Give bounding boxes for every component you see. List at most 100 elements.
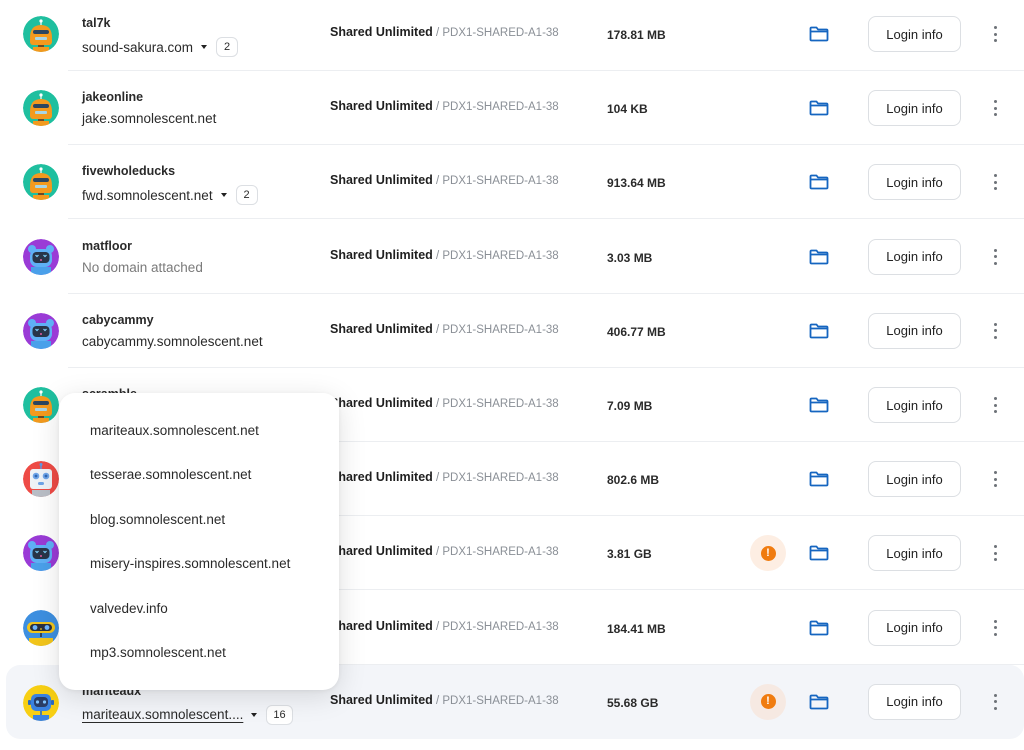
table-row[interactable]: matfloor No domain attached Shared Unlim…: [6, 220, 1024, 294]
login-info-button[interactable]: Login info: [868, 16, 961, 52]
warning-icon[interactable]: !: [750, 683, 786, 720]
caret-down-icon[interactable]: [201, 45, 208, 49]
login-info-button[interactable]: Login info: [868, 683, 961, 720]
domain-option[interactable]: tesserae.somnolescent.net: [59, 453, 339, 498]
login-info-button[interactable]: Login info: [868, 609, 961, 646]
domain-count-badge[interactable]: 2: [235, 185, 258, 206]
more-vertical-icon[interactable]: [990, 24, 1000, 44]
user-cell: fivewholeducks fwd.somnolescent.net 2: [82, 164, 258, 206]
plan-name: Shared Unlimited: [330, 173, 433, 188]
folder-icon[interactable]: [809, 620, 829, 636]
login-info-button[interactable]: Login info: [868, 164, 961, 201]
table-row[interactable]: fivewholeducks fwd.somnolescent.net 2 Sha…: [6, 145, 1024, 220]
login-info-button[interactable]: Login info: [868, 90, 961, 127]
login-info-button[interactable]: Login info: [868, 461, 961, 498]
plan-cell: Shared Unlimited / PDX1-SHARED-A1-38: [330, 173, 559, 187]
more-vertical-icon[interactable]: [990, 395, 1000, 415]
username: fivewholeducks: [82, 164, 176, 179]
server-name: / PDX1-SHARED-A1-38: [432, 546, 559, 559]
more-vertical-icon[interactable]: [990, 321, 1000, 341]
plan-cell: Shared Unlimited / PDX1-SHARED-A1-38: [330, 322, 559, 336]
plan-name: Shared Unlimited: [330, 25, 433, 39]
domain-line: sound-sakura.com 2: [82, 37, 239, 57]
server-name: / PDX1-SHARED-A1-38: [432, 101, 559, 114]
folder-icon[interactable]: [809, 323, 829, 339]
more-vertical-icon[interactable]: [990, 98, 1000, 118]
user-cell: matfloor No domain attached: [82, 239, 203, 275]
warning-icon[interactable]: !: [750, 535, 786, 572]
more-vertical-icon[interactable]: [990, 247, 1000, 267]
user-cell: jakeonline jake.somnolescent.net: [82, 90, 216, 126]
plan-name: Shared Unlimited: [330, 544, 433, 559]
avatar-yellow-blue-robot-icon: [23, 684, 59, 721]
domain-option[interactable]: misery-inspires.somnolescent.net: [59, 542, 339, 587]
disk-usage: 104 KB: [607, 102, 648, 117]
more-vertical-icon[interactable]: [990, 618, 1000, 638]
more-vertical-icon[interactable]: [990, 692, 1000, 712]
plan-cell: Shared Unlimited / PDX1-SHARED-A1-38: [330, 248, 559, 262]
domain-line: cabycammy.somnolescent.net: [82, 334, 263, 349]
domain-link[interactable]: fwd.somnolescent.net: [82, 188, 213, 203]
login-info-button[interactable]: Login info: [868, 312, 961, 349]
username: cabycammy: [82, 312, 154, 327]
server-name: / PDX1-SHARED-A1-38: [432, 620, 559, 633]
avatar-orange-robot-icon: [23, 90, 59, 127]
disk-usage: 406.77 MB: [607, 324, 666, 339]
server-name: / PDX1-SHARED-A1-38: [432, 398, 559, 410]
disk-usage: 913.64 MB: [607, 176, 666, 191]
domain-line: mariteaux.somnolescent.... 16: [82, 704, 293, 725]
server-name: / PDX1-SHARED-A1-38: [432, 249, 559, 262]
folder-icon[interactable]: [809, 26, 829, 42]
more-vertical-icon[interactable]: [990, 172, 1000, 192]
domain-option[interactable]: valvedev.info: [59, 586, 339, 631]
plan-name: Shared Unlimited: [330, 396, 433, 410]
caret-down-icon[interactable]: [220, 193, 227, 198]
avatar-blue-yellow-robot-icon: [23, 609, 59, 646]
no-domain-text: No domain attached: [82, 259, 203, 275]
disk-usage: 3.81 GB: [607, 547, 652, 562]
table-row[interactable]: jakeonline jake.somnolescent.net Shared …: [6, 71, 1024, 146]
table-row[interactable]: tal7k sound-sakura.com 2 Shared Unlimited…: [6, 0, 1024, 71]
table-row[interactable]: cabycammy cabycammy.somnolescent.net Sha…: [6, 294, 1024, 368]
plan-name: Shared Unlimited: [330, 470, 433, 485]
plan-name: Shared Unlimited: [330, 692, 433, 707]
login-info-button[interactable]: Login info: [868, 535, 961, 572]
server-name: / PDX1-SHARED-A1-38: [432, 175, 559, 188]
plan-cell: Shared Unlimited / PDX1-SHARED-A1-38: [330, 396, 559, 410]
disk-usage: 7.09 MB: [607, 399, 653, 413]
avatar-red-robot-icon: [23, 461, 59, 498]
avatar-purple-robot-icon: [23, 238, 59, 275]
folder-icon[interactable]: [809, 397, 829, 413]
domain-option[interactable]: mp3.somnolescent.net: [59, 631, 339, 676]
username: tal7k: [82, 16, 111, 30]
domain-option[interactable]: mariteaux.somnolescent.net: [59, 408, 339, 453]
more-vertical-icon[interactable]: [990, 469, 1000, 489]
server-name: / PDX1-SHARED-A1-38: [432, 694, 559, 707]
avatar-orange-robot-icon: [23, 164, 59, 201]
caret-down-icon[interactable]: [251, 712, 258, 717]
domain-link[interactable]: sound-sakura.com: [82, 40, 193, 55]
domain-link[interactable]: jake.somnolescent.net: [82, 111, 216, 126]
plan-name: Shared Unlimited: [330, 247, 433, 262]
folder-icon[interactable]: [809, 545, 829, 561]
domain-link[interactable]: cabycammy.somnolescent.net: [82, 334, 263, 349]
server-name: / PDX1-SHARED-A1-38: [432, 27, 559, 39]
domain-count-badge[interactable]: 2: [216, 37, 239, 57]
login-info-button[interactable]: Login info: [868, 387, 961, 423]
avatar-purple-robot-icon: [23, 312, 59, 349]
domain-option[interactable]: blog.somnolescent.net: [59, 497, 339, 542]
user-cell: cabycammy cabycammy.somnolescent.net: [82, 313, 263, 349]
avatar-orange-robot-icon: [23, 387, 59, 423]
folder-icon[interactable]: [809, 100, 829, 116]
folder-icon[interactable]: [809, 249, 829, 265]
username: jakeonline: [82, 90, 144, 105]
login-info-button[interactable]: Login info: [868, 238, 961, 275]
folder-icon[interactable]: [809, 694, 829, 710]
folder-icon[interactable]: [809, 471, 829, 487]
domain-count-badge[interactable]: 16: [266, 704, 293, 725]
plan-name: Shared Unlimited: [330, 99, 433, 114]
more-vertical-icon[interactable]: [990, 543, 1000, 563]
disk-usage: 178.81 MB: [607, 28, 666, 42]
domain-link[interactable]: mariteaux.somnolescent....: [82, 707, 243, 722]
folder-icon[interactable]: [809, 174, 829, 190]
